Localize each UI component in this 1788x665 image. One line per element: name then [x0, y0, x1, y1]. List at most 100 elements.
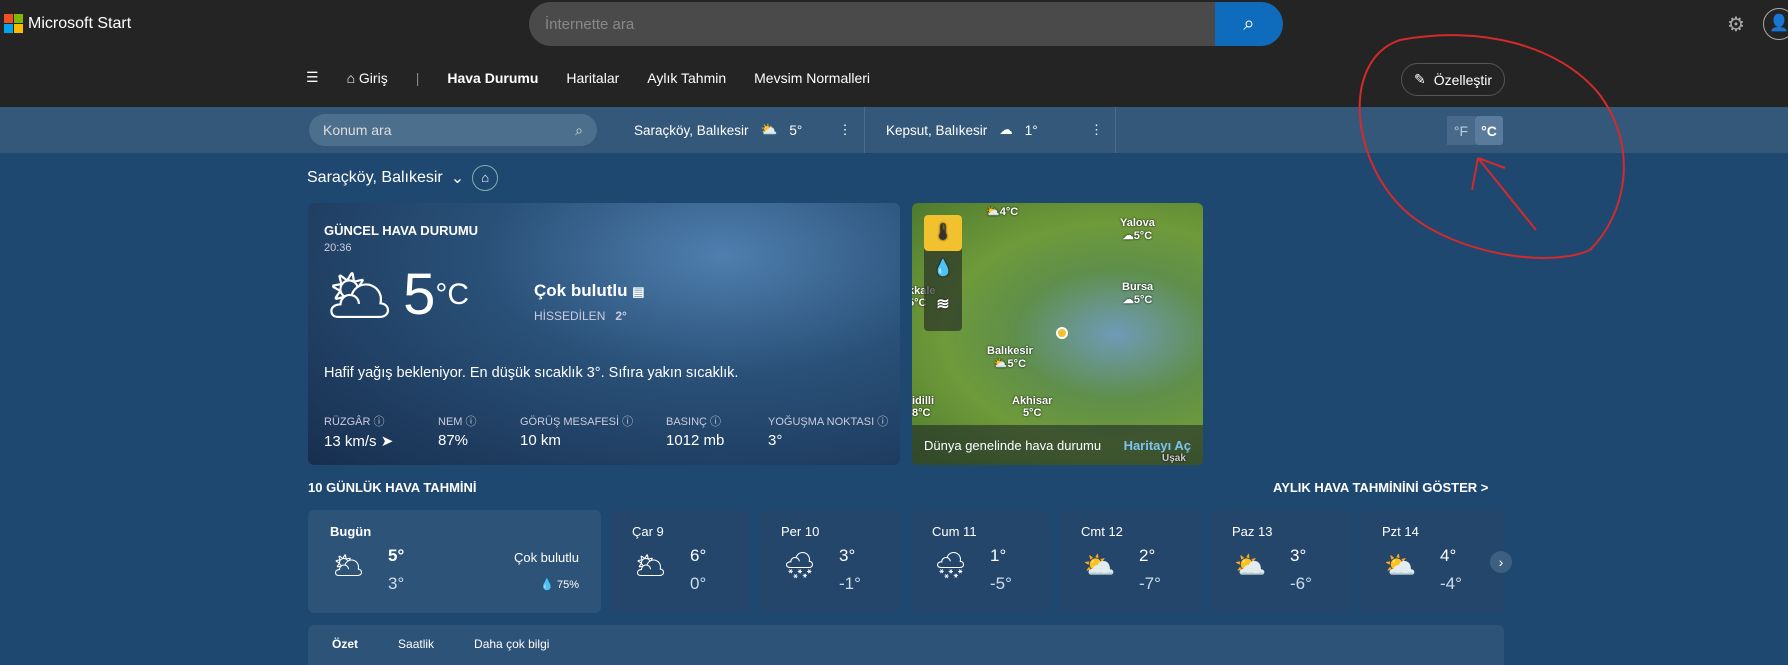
- sun-cloud-icon: ⛅: [1384, 550, 1417, 580]
- weather-description: Hafif yağış bekleniyor. En düşük sıcaklı…: [324, 365, 739, 381]
- forecast-day[interactable]: Cmt 12 ⛅ 2° -7°: [1059, 510, 1203, 613]
- brand-logo[interactable]: Microsoft Start: [4, 14, 131, 33]
- day-high: 3°: [839, 546, 856, 565]
- map-city: Bursa: [1122, 281, 1154, 293]
- nav-weather[interactable]: Hava Durumu: [447, 70, 538, 86]
- day-label: Paz 13: [1232, 524, 1273, 539]
- forecast-day-today[interactable]: Bugün 🌥 5° 3° Çok bulutlu 💧 75%: [308, 510, 601, 613]
- unit-fahrenheit[interactable]: °F: [1447, 116, 1475, 145]
- info-icon[interactable]: ⓘ: [622, 416, 633, 428]
- profile-avatar[interactable]: 👤: [1763, 8, 1788, 40]
- stat-value: 1012 mb: [666, 432, 725, 449]
- brand-name: Microsoft Start: [28, 14, 132, 32]
- nav-home[interactable]: ⌂ Giriş: [347, 70, 388, 86]
- stat-humidity: NEM ⓘ 87%: [438, 413, 520, 450]
- forecast-day[interactable]: Per 10 🌨 3° -1°: [759, 510, 900, 613]
- tab-more-info[interactable]: Daha çok bilgi: [474, 637, 549, 653]
- location-search-placeholder: Konum ara: [323, 122, 392, 138]
- day-label: Per 10: [781, 524, 820, 539]
- map-footer: Dünya genelinde hava durumu Haritayı Aç: [912, 425, 1203, 465]
- chat-icon[interactable]: ▤: [632, 284, 644, 299]
- settings-gear-icon[interactable]: ⚙: [1727, 12, 1745, 37]
- location-name: Saraçköy, Balıkesir: [307, 169, 443, 186]
- info-icon[interactable]: ⓘ: [877, 416, 888, 428]
- customize-label: Özelleştir: [1433, 71, 1493, 88]
- droplet-icon[interactable]: 💧: [924, 251, 962, 287]
- condition-text: Çok bulutlu: [534, 281, 628, 300]
- day-low: -6°: [1290, 574, 1312, 593]
- chevron-right-icon[interactable]: ›: [1490, 551, 1512, 573]
- info-icon[interactable]: ⓘ: [466, 416, 477, 428]
- map-temp: 5°C: [1007, 358, 1027, 370]
- wind-value: 13 km/s: [324, 433, 377, 450]
- nav-seasonal[interactable]: Mevsim Normalleri: [754, 70, 870, 86]
- search-button[interactable]: ⌕: [1215, 2, 1283, 46]
- stat-value: 3°: [768, 432, 783, 449]
- map-label: idilli 8°C: [912, 395, 934, 419]
- forecast-day[interactable]: Pzt 14 ⛅ 4° -4°: [1360, 510, 1504, 613]
- home-icon: ⌂: [346, 69, 356, 86]
- more-options-icon[interactable]: ⋮: [838, 122, 852, 138]
- nav-home-label: Giriş: [358, 69, 388, 86]
- forecast-day[interactable]: Çar 9 🌥 6° 0°: [610, 510, 750, 613]
- unit-celsius[interactable]: °C: [1475, 116, 1503, 145]
- map-label: Yalova ☁5°C: [1120, 217, 1155, 242]
- day-high: 1°: [990, 546, 1007, 565]
- day-high: 6°: [690, 546, 707, 565]
- map-city: idilli: [912, 395, 934, 407]
- forecast-day[interactable]: Paz 13 ⛅ 3° -6°: [1210, 510, 1353, 613]
- favorite-temp: 5°: [789, 122, 803, 138]
- stat-label: GÖRÜŞ MESAFESİ: [520, 416, 620, 428]
- map-temp: 4°C: [999, 206, 1019, 218]
- location-search[interactable]: Konum ara ⌕: [309, 114, 597, 146]
- current-title: GÜNCEL HAVA DURUMU: [324, 223, 479, 238]
- info-icon[interactable]: ⓘ: [710, 416, 721, 428]
- current-time: 20:36: [324, 242, 352, 254]
- search-icon: ⌕: [575, 121, 583, 138]
- day-label: Çar 9: [632, 524, 664, 539]
- day-label: Cmt 12: [1081, 524, 1123, 539]
- map-layer-tools: 🌡 💧 ≋: [924, 215, 962, 331]
- map-temp: 5°C: [1133, 294, 1153, 306]
- sun-cloud-icon: ⛅: [1234, 550, 1267, 580]
- favorite-location[interactable]: Kepsut, Balıkesir ☁ 1° ⋮: [874, 107, 1117, 153]
- stat-value: 10 km: [520, 432, 561, 449]
- map-label: Akhisar 5°C: [1012, 395, 1052, 419]
- menu-hamburger-icon[interactable]: ☰: [306, 69, 319, 86]
- map-temp: 8°C: [912, 407, 931, 419]
- precipitation: 💧 75%: [540, 578, 579, 591]
- thermometer-icon[interactable]: 🌡: [924, 215, 962, 251]
- favorite-name: Kepsut, Balıkesir: [886, 122, 988, 138]
- snow-cloud-icon: 🌨: [934, 550, 968, 580]
- forecast-day[interactable]: Cum 11 🌨 1° -5°: [910, 510, 1050, 613]
- weather-map[interactable]: ⛅4°C Yalova ☁5°C Bursa ☁5°C Balıkesir ⛅5°C …: [912, 203, 1203, 465]
- moon-cloud-icon: 🌥: [324, 263, 396, 326]
- temp-unit: °C: [435, 278, 470, 311]
- web-search-input[interactable]: [529, 2, 1169, 46]
- day-low: 3°: [388, 574, 405, 593]
- stat-pressure: BASINÇ ⓘ 1012 mb: [666, 413, 768, 450]
- day-low: 0°: [690, 574, 707, 593]
- stat-value: 87%: [438, 432, 469, 449]
- wind-icon[interactable]: ≋: [924, 287, 962, 323]
- day-high: 5°: [388, 546, 405, 565]
- customize-button[interactable]: ✎ Özelleştir: [1401, 63, 1505, 96]
- favorite-location[interactable]: Saraçköy, Balıkesir ⛅ 5° ⋮: [622, 107, 865, 153]
- feels-value: 2°: [615, 309, 627, 323]
- tab-summary[interactable]: Özet: [332, 637, 358, 653]
- stat-label: YOĞUŞMA NOKTASI: [768, 416, 875, 428]
- detail-tabs: Özet Saatlik Daha çok bilgi: [308, 625, 1504, 665]
- home-location-icon[interactable]: ⌂: [472, 165, 499, 191]
- nav-maps[interactable]: Haritalar: [566, 70, 619, 86]
- info-icon[interactable]: ⓘ: [374, 416, 385, 428]
- current-temp: 5°C: [403, 265, 469, 325]
- open-map-link[interactable]: Haritayı Aç: [1124, 438, 1191, 453]
- monthly-forecast-link[interactable]: AYLIK HAVA TAHMİNİNİ GÖSTER >: [1273, 480, 1488, 495]
- wind-direction-icon: ➤: [380, 433, 394, 450]
- nav-monthly[interactable]: Aylık Tahmin: [647, 70, 726, 86]
- partly-cloudy-icon: 🌥: [634, 550, 668, 580]
- more-options-icon[interactable]: ⋮: [1090, 122, 1104, 138]
- location-title[interactable]: Saraçköy, Balıkesir ⌄ ⌂: [307, 165, 499, 191]
- tab-hourly[interactable]: Saatlik: [398, 637, 434, 653]
- day-low: -5°: [990, 574, 1012, 593]
